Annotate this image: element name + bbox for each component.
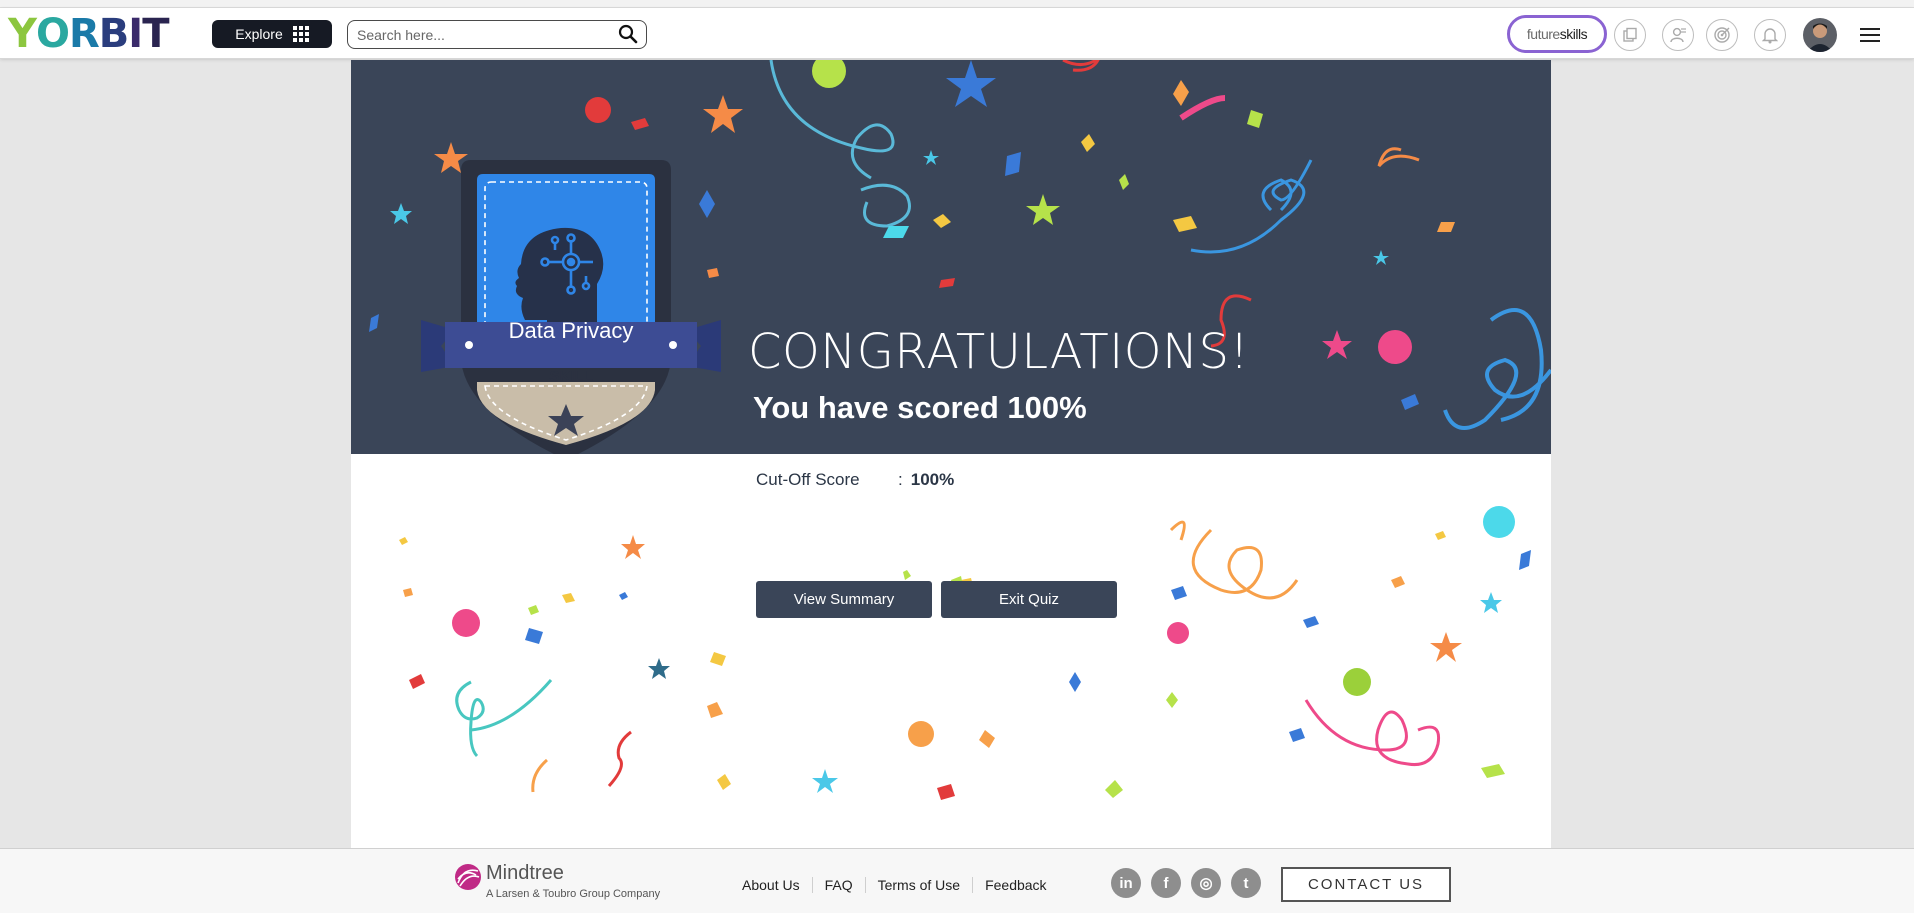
- bell-icon[interactable]: [1754, 19, 1786, 51]
- badge-skill-label: SKILL: [549, 368, 593, 385]
- data-privacy-skill-badge: [421, 160, 721, 454]
- copy-icon[interactable]: [1614, 19, 1646, 51]
- cutoff-label: Cut-Off Score: [756, 470, 860, 489]
- browser-top-strip: [0, 0, 1914, 8]
- user-avatar[interactable]: [1803, 18, 1837, 52]
- quiz-result-card: Data Privacy SKILL CONGRATULATIONS! You …: [351, 60, 1551, 848]
- linkedin-icon[interactable]: in: [1111, 868, 1141, 898]
- faq-link[interactable]: FAQ: [813, 877, 866, 893]
- terms-of-use-link[interactable]: Terms of Use: [866, 877, 974, 893]
- yorbit-logo[interactable]: YORBIT: [8, 14, 169, 54]
- search-input[interactable]: [357, 25, 607, 45]
- site-footer: Mindtree A Larsen & Toubro Group Company…: [0, 848, 1914, 913]
- mindtree-swirl-icon: [455, 864, 481, 890]
- congratulations-banner: Data Privacy SKILL CONGRATULATIONS! You …: [351, 60, 1551, 454]
- grid-icon: [292, 26, 309, 42]
- top-navigation-bar: YORBIT Explore futureskills: [0, 8, 1914, 59]
- contact-us-button[interactable]: CONTACT US: [1281, 867, 1451, 902]
- search-box: [347, 20, 647, 49]
- mindtree-logo[interactable]: Mindtree A Larsen & Toubro Group Company: [454, 863, 660, 900]
- about-us-link[interactable]: About Us: [742, 877, 813, 893]
- view-summary-button[interactable]: View Summary: [756, 581, 932, 618]
- hamburger-menu-icon[interactable]: [1860, 28, 1880, 46]
- cutoff-value: 100%: [910, 470, 955, 489]
- explore-label: Explore: [235, 26, 283, 42]
- social-links: in f ◎ t: [1111, 868, 1261, 898]
- futureskills-button[interactable]: future skills: [1507, 15, 1607, 53]
- score-text: You have scored 100%: [753, 390, 1087, 425]
- user-profile-icon[interactable]: [1662, 19, 1694, 51]
- instagram-icon[interactable]: ◎: [1191, 868, 1221, 898]
- explore-button[interactable]: Explore: [212, 20, 332, 48]
- mindtree-name: Mindtree: [486, 862, 564, 884]
- feedback-link[interactable]: Feedback: [973, 877, 1058, 893]
- search-icon[interactable]: [618, 24, 638, 49]
- facebook-icon[interactable]: f: [1151, 868, 1181, 898]
- exit-quiz-button[interactable]: Exit Quiz: [941, 581, 1117, 618]
- mindtree-tagline: A Larsen & Toubro Group Company: [486, 888, 661, 900]
- cutoff-separator: :: [898, 470, 903, 489]
- congratulations-heading: CONGRATULATIONS!: [748, 324, 1250, 380]
- footer-links: About Us FAQ Terms of Use Feedback: [742, 877, 1059, 893]
- badge-title: Data Privacy: [508, 318, 634, 343]
- cutoff-score-row: Cut-Off Score : 100%: [756, 470, 954, 490]
- twitter-icon[interactable]: t: [1231, 868, 1261, 898]
- target-icon[interactable]: [1706, 19, 1738, 51]
